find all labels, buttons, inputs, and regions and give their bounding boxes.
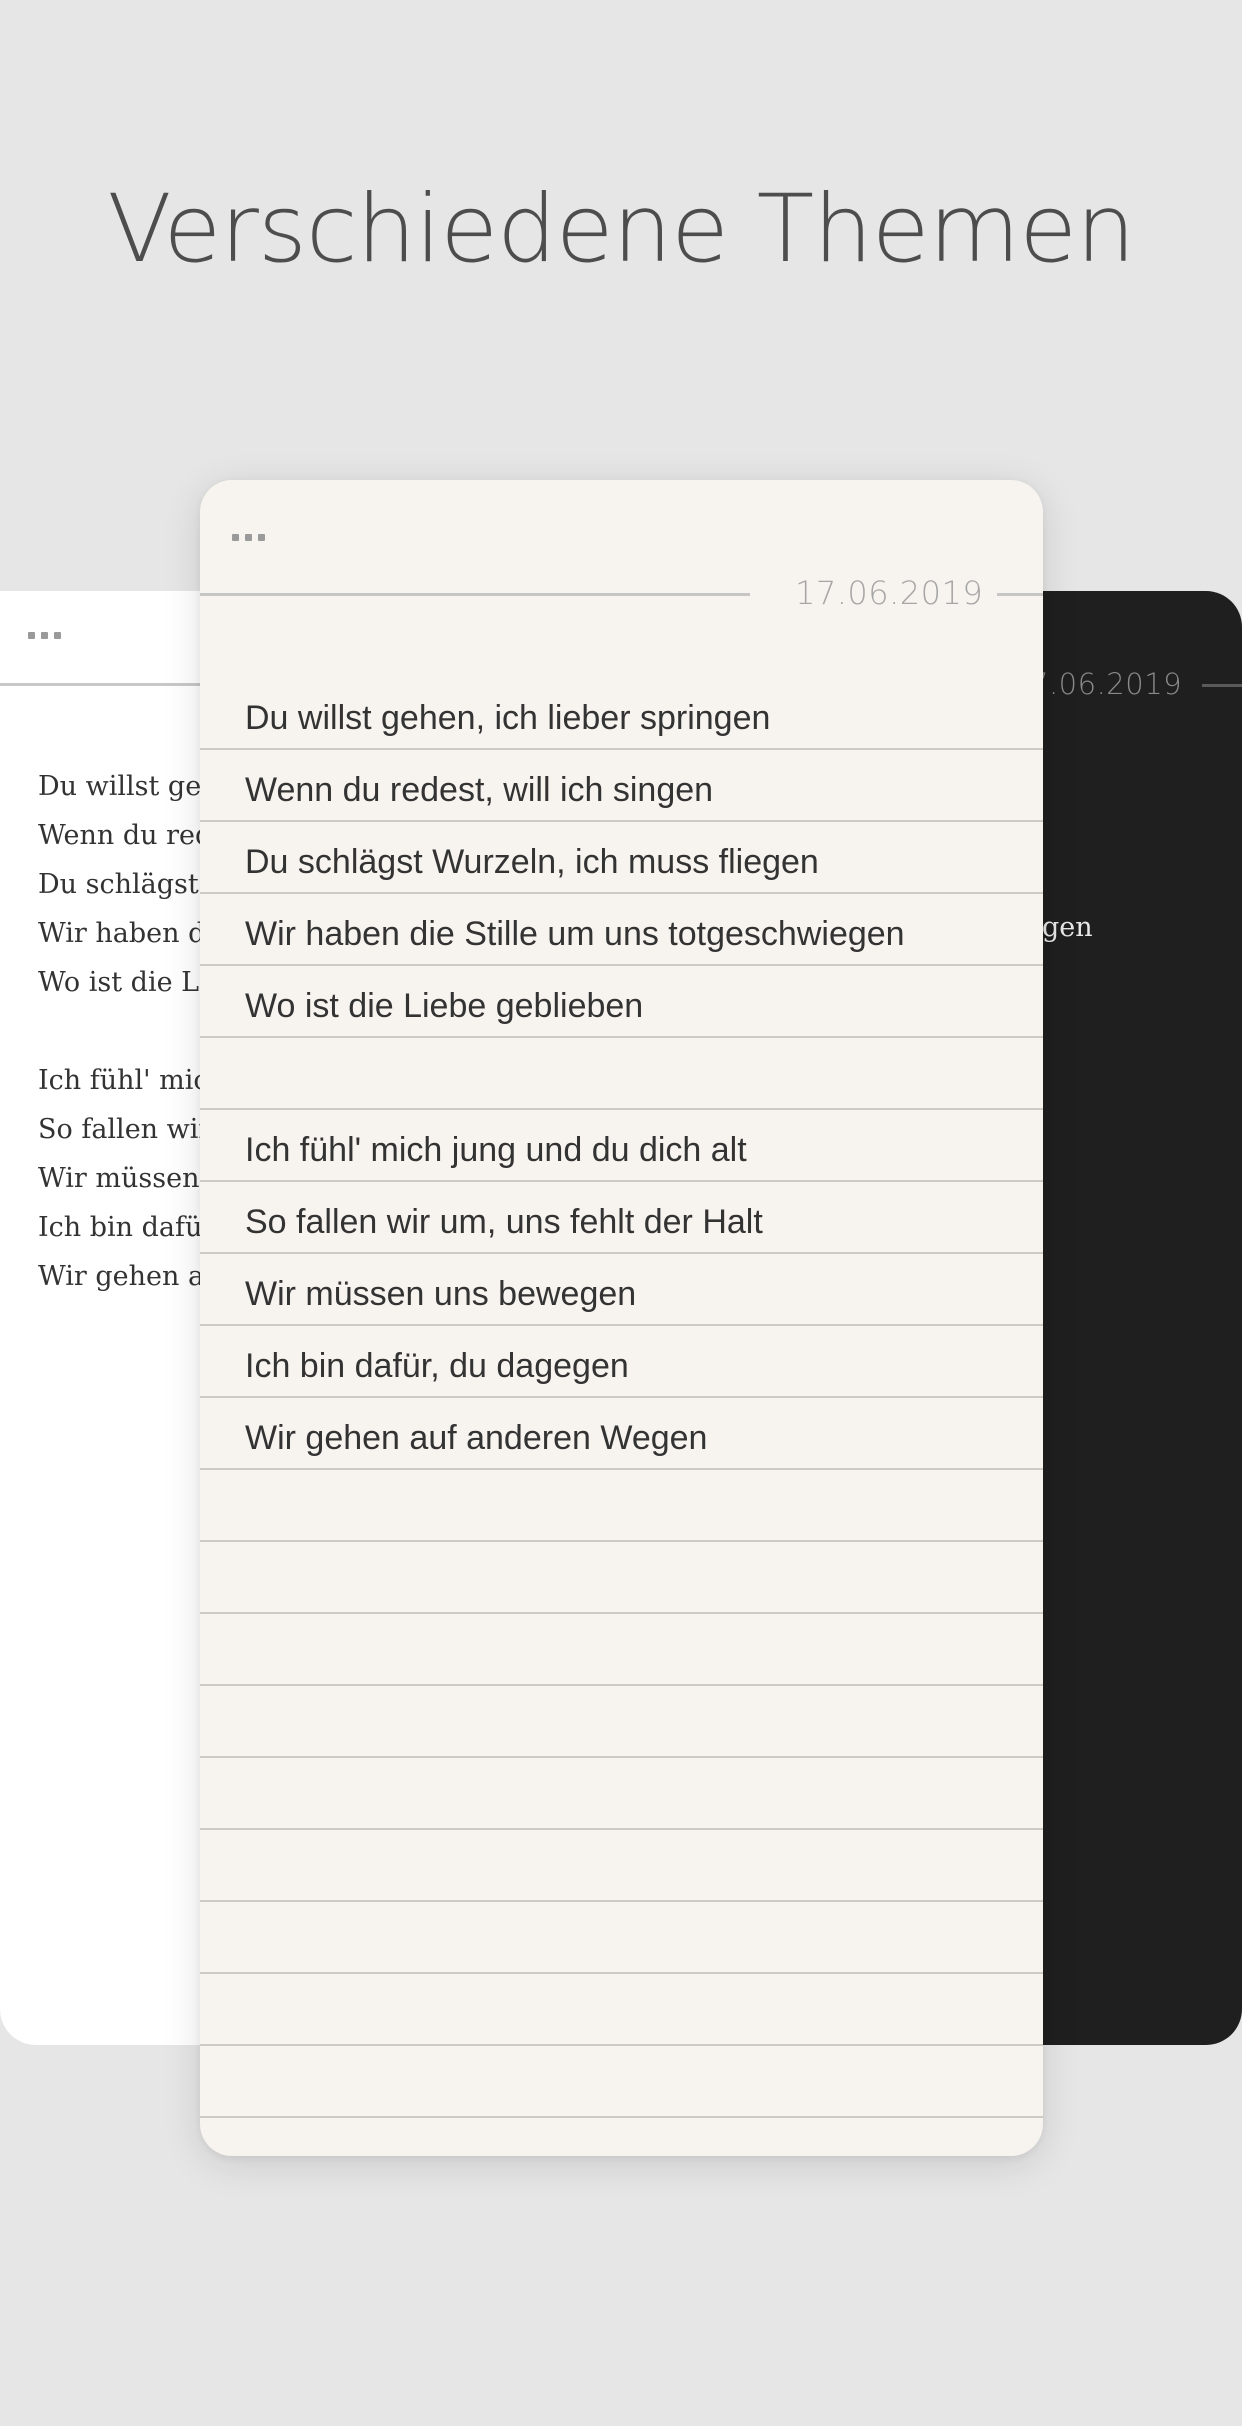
text-line: Du schlägst Wurzeln, ich muss fliegen [245, 843, 819, 881]
stanza-gap [245, 1038, 905, 1110]
ellipsis-icon[interactable] [28, 632, 61, 639]
note-date: 17.06.2019 [795, 574, 984, 612]
text-line: Ich fühl' mich jung und du dich alt [245, 1131, 747, 1169]
text-line: Wo ist die Liebe geblieben [245, 987, 644, 1025]
text-line: Wenn du redest, will ich singen [245, 771, 714, 809]
dark-card-date: 7.06.2019 [1030, 667, 1183, 701]
theme-card-paper[interactable]: 17.06.2019 Du willst gehen, ich lieber s… [200, 480, 1043, 2156]
ellipsis-icon[interactable] [232, 534, 265, 541]
text-line: So fallen wir um, uns fehlt der Halt [245, 1203, 763, 1241]
text-line: Wir haben die Stille um uns totgeschwieg… [245, 915, 905, 953]
text-line: Du willst gehen, ich lieber springen [245, 699, 771, 737]
text-line: Ich bin dafür, du dagegen [245, 1347, 629, 1385]
header-rule [1202, 684, 1242, 687]
text-line: Wir gehen auf anderen Wegen [245, 1419, 708, 1457]
header-rule [997, 593, 1043, 596]
header-rule [200, 593, 750, 596]
text-line: Wir müssen uns bewegen [245, 1275, 637, 1313]
dark-card-text: gen [1042, 912, 1093, 943]
page-headline: Verschiedene Themen [107, 175, 1135, 284]
note-text[interactable]: Du willst gehen, ich lieber springen Wen… [245, 678, 905, 1470]
